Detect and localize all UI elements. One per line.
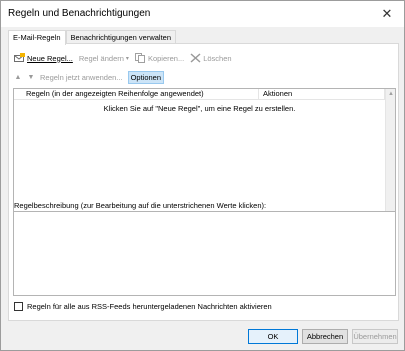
delete-button[interactable]: Löschen xyxy=(190,53,232,63)
delete-label: Löschen xyxy=(203,53,232,63)
new-rule-button[interactable]: Neue Regel... xyxy=(14,53,73,63)
options-button[interactable]: Optionen xyxy=(127,71,165,84)
column-header-rules[interactable]: Regeln (in der angezeigten Reihenfolge a… xyxy=(14,89,259,100)
new-rule-icon xyxy=(14,53,25,62)
rules-toolbar: Neue Regel... Regel ändern ▾ Kopieren...… xyxy=(14,51,232,65)
column-header-actions[interactable]: Aktionen xyxy=(259,89,385,100)
run-rules-button[interactable]: Regeln jetzt anwenden... xyxy=(40,73,123,82)
scroll-up-icon[interactable]: ▲ xyxy=(386,89,396,99)
close-icon: ✕ xyxy=(381,6,393,21)
dialog-buttons: OK Abbrechen Übernehmen xyxy=(248,329,398,344)
apply-button[interactable]: Übernehmen xyxy=(352,329,398,344)
tab-email-rules[interactable]: E-Mail-Regeln xyxy=(8,30,66,45)
empty-list-message: Klicken Sie auf "Neue Regel", um eine Re… xyxy=(103,104,296,113)
rules-panel: Neue Regel... Regel ändern ▾ Kopieren...… xyxy=(8,43,399,321)
move-up-icon[interactable]: ▲ xyxy=(14,74,22,81)
new-rule-label: Neue Regel... xyxy=(27,53,73,63)
copy-icon xyxy=(134,53,145,63)
rule-description-label: Regelbeschreibung (zur Bearbeitung auf d… xyxy=(14,201,267,210)
move-down-icon[interactable]: ▼ xyxy=(27,74,35,81)
rule-description-box[interactable] xyxy=(13,211,396,296)
change-rule-button[interactable]: Regel ändern ▾ xyxy=(79,54,129,63)
cancel-button[interactable]: Abbrechen xyxy=(302,329,348,344)
tab-bar: E-Mail-Regeln Benachrichtigungen verwalt… xyxy=(8,30,177,45)
chevron-down-icon: ▾ xyxy=(125,55,129,62)
rules-toolbar-secondary: ▲ ▼ Regeln jetzt anwenden... Optionen xyxy=(14,71,165,84)
rss-rules-checkbox[interactable] xyxy=(14,302,23,311)
rss-rules-option[interactable]: Regeln für alle aus RSS-Feeds herunterge… xyxy=(14,302,272,311)
rules-list-header: Regeln (in der angezeigten Reihenfolge a… xyxy=(14,89,395,100)
copy-label: Kopieren... xyxy=(147,53,185,63)
change-rule-label: Regel ändern xyxy=(78,53,124,63)
delete-icon xyxy=(190,53,201,63)
dialog-title: Regeln und Benachrichtigungen xyxy=(8,8,151,19)
close-button[interactable]: ✕ xyxy=(370,1,404,27)
copy-button[interactable]: Kopieren... xyxy=(134,53,185,63)
tab-manage-alerts[interactable]: Benachrichtigungen verwalten xyxy=(65,30,177,44)
ok-button[interactable]: OK xyxy=(248,329,298,344)
title-bar: Regeln und Benachrichtigungen ✕ xyxy=(1,1,404,27)
rules-dialog: Regeln und Benachrichtigungen ✕ E-Mail-R… xyxy=(0,0,405,351)
rss-rules-label: Regeln für alle aus RSS-Feeds herunterge… xyxy=(27,302,272,311)
